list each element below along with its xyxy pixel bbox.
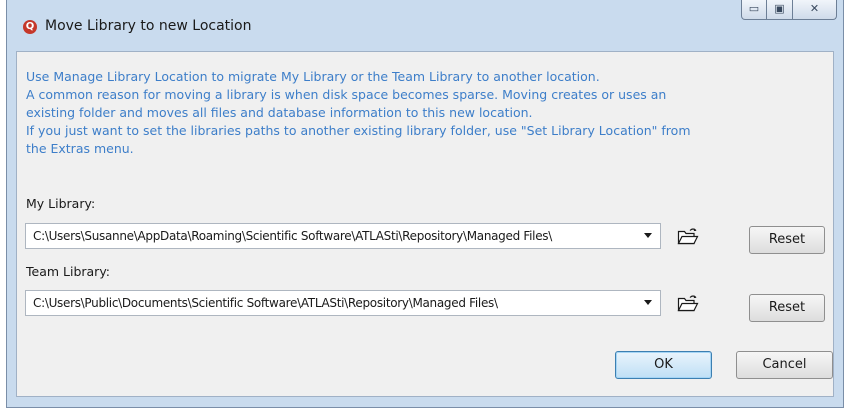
team-library-path-combo[interactable]: C:\Users\Public\Documents\Scientific Sof…: [25, 290, 661, 316]
minimize-button[interactable]: ▭: [741, 0, 767, 20]
maximize-icon: ▣: [774, 2, 785, 15]
window-title: Move Library to new Location: [45, 18, 252, 34]
close-button[interactable]: ✕: [793, 0, 837, 20]
chevron-down-icon[interactable]: [644, 300, 652, 305]
my-library-reset-button[interactable]: Reset: [749, 226, 825, 254]
intro-line: existing folder and moves all files and …: [26, 105, 533, 120]
minimize-icon: ▭: [748, 2, 760, 15]
intro-line: Use Manage Library Location to migrate M…: [26, 69, 600, 84]
title-bar[interactable]: Q Move Library to new Location ▭ ▣ ✕: [7, 0, 843, 42]
my-library-path-value: C:\Users\Susanne\AppData\Roaming\Scienti…: [33, 229, 552, 243]
close-icon: ✕: [809, 2, 820, 15]
my-library-browse-button[interactable]: [677, 226, 699, 246]
intro-description: Use Manage Library Location to migrate M…: [26, 68, 786, 158]
intro-line: A common reason for moving a library is …: [26, 87, 667, 102]
maximize-button[interactable]: ▣: [767, 0, 793, 20]
chevron-down-icon[interactable]: [644, 233, 652, 238]
my-library-path-combo[interactable]: C:\Users\Susanne\AppData\Roaming\Scienti…: [25, 223, 661, 249]
intro-line: If you just want to set the libraries pa…: [26, 123, 691, 138]
open-folder-icon: [677, 295, 699, 312]
ok-button[interactable]: OK: [615, 351, 712, 379]
window-controls: ▭ ▣ ✕: [741, 0, 837, 20]
my-library-label: My Library:: [26, 196, 96, 211]
team-library-path-value: C:\Users\Public\Documents\Scientific Sof…: [33, 296, 498, 310]
intro-line: the Extras menu.: [26, 141, 134, 156]
team-library-label: Team Library:: [26, 264, 111, 279]
cancel-button[interactable]: Cancel: [736, 351, 833, 379]
dialog-window: Q Move Library to new Location ▭ ▣ ✕ Use…: [6, 0, 844, 408]
team-library-browse-button[interactable]: [677, 293, 699, 313]
atlasti-app-icon: Q: [23, 20, 37, 34]
team-library-reset-button[interactable]: Reset: [749, 294, 825, 322]
open-folder-icon: [677, 228, 699, 245]
